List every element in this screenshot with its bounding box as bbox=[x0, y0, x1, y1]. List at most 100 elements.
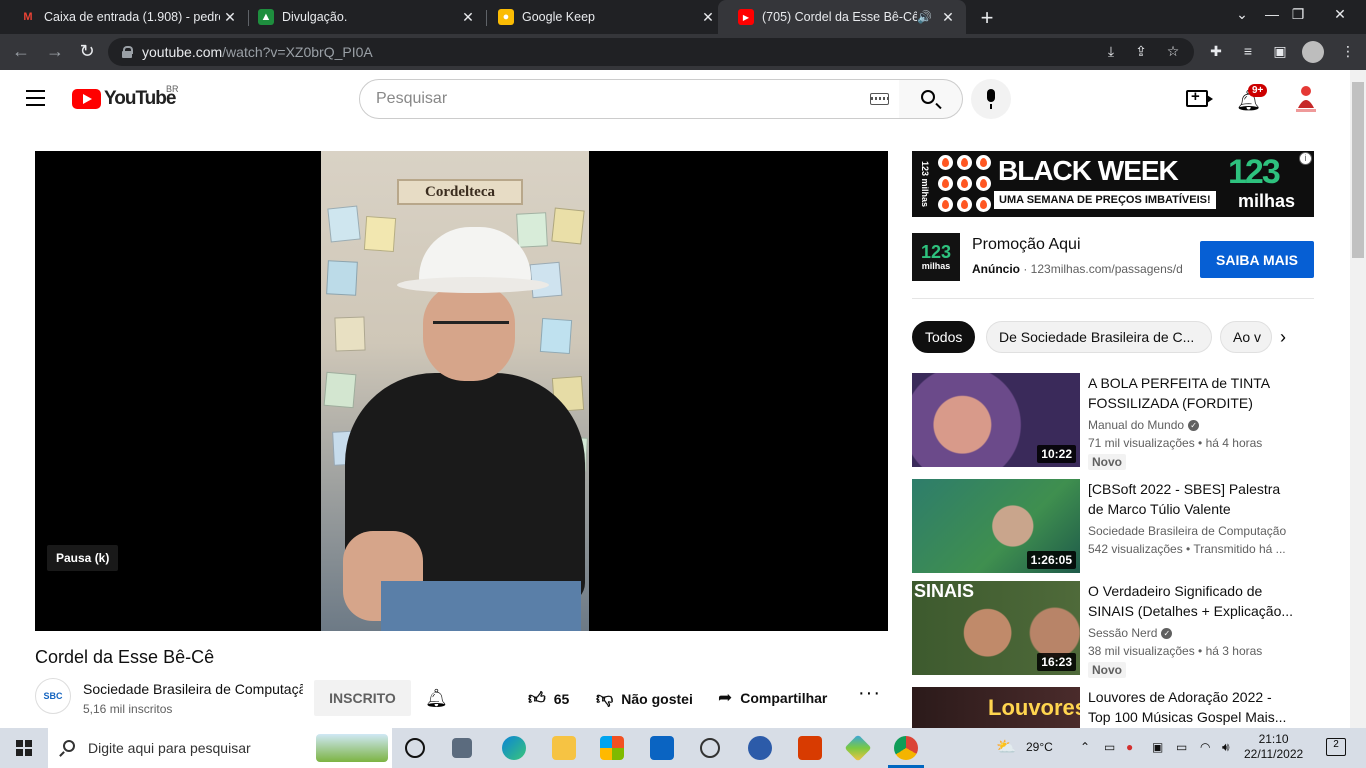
recommendation-channel[interactable]: Sessão Nerd ✓ bbox=[1088, 626, 1173, 640]
side-panel-icon[interactable]: ▣ bbox=[1270, 43, 1290, 60]
speaker-icon[interactable]: 🔊 bbox=[917, 10, 932, 24]
task-view-icon[interactable] bbox=[405, 738, 425, 758]
restore-icon[interactable]: ❐ bbox=[1288, 6, 1308, 23]
display-icon[interactable]: ▣ bbox=[1152, 740, 1163, 754]
video-thumbnail[interactable]: SINAIS 16:23 bbox=[912, 581, 1080, 675]
bookmark-star-icon[interactable]: ☆ bbox=[1164, 43, 1182, 60]
tray-expand-icon[interactable]: ⌃ bbox=[1080, 740, 1090, 754]
ad-info-icon[interactable]: i bbox=[1299, 152, 1312, 165]
extensions-icon[interactable]: ✚ bbox=[1206, 43, 1226, 60]
subscription-bell-icon[interactable]: 🔔︎ bbox=[425, 688, 448, 709]
recommendation-channel[interactable]: Sociedade Brasileira de Computação bbox=[1088, 524, 1286, 538]
antivirus-icon[interactable]: ● bbox=[1126, 740, 1133, 754]
remote-app-icon[interactable] bbox=[748, 736, 772, 760]
recommendation-channel[interactable]: Manual do Mundo ✓ bbox=[1088, 418, 1200, 432]
voice-search-button[interactable] bbox=[971, 79, 1011, 119]
close-icon[interactable]: ✕ bbox=[458, 9, 478, 26]
scrollbar-thumb[interactable] bbox=[1352, 82, 1364, 258]
more-actions-icon[interactable]: ··· bbox=[858, 682, 881, 705]
forward-arrow-icon[interactable]: → bbox=[44, 41, 66, 62]
thumbs-up-icon: 👍︎ bbox=[528, 689, 546, 708]
channel-label: Sessão Nerd bbox=[1088, 626, 1158, 640]
office-icon[interactable] bbox=[798, 736, 822, 760]
dislike-button[interactable]: 👎︎ Não gostei bbox=[596, 688, 693, 709]
profile-avatar[interactable] bbox=[1302, 41, 1324, 63]
channel-avatar[interactable]: SBC bbox=[35, 678, 71, 714]
install-icon[interactable]: ⤓ bbox=[1102, 43, 1120, 60]
tab-youtube-active[interactable]: ▶ (705) Cordel da Esse Bê-Cê 🔊 ✕ bbox=[718, 0, 966, 34]
reload-icon[interactable]: ↻ bbox=[76, 41, 98, 62]
tab-search-icon[interactable]: ⌄ bbox=[1232, 6, 1252, 23]
store-icon[interactable] bbox=[600, 736, 624, 760]
recommendation-item[interactable]: 10:22 A BOLA PERFEITA de TINTA FOSSILIZA… bbox=[912, 373, 1314, 470]
account-avatar[interactable] bbox=[1292, 82, 1320, 114]
tab-google-keep[interactable]: ● Google Keep ✕ bbox=[478, 0, 726, 34]
weather-icon[interactable]: ⛅ bbox=[996, 737, 1016, 757]
recommendation-title[interactable]: [CBSoft 2022 - SBES] Palestra de Marco T… bbox=[1088, 479, 1294, 519]
mail-icon[interactable] bbox=[650, 736, 674, 760]
chip-all[interactable]: Todos bbox=[912, 321, 976, 353]
back-arrow-icon[interactable]: ← bbox=[10, 41, 32, 62]
url-path: /watch?v=XZ0brQ_PI0A bbox=[222, 44, 373, 60]
minimize-icon[interactable]: — bbox=[1262, 6, 1282, 22]
like-button[interactable]: 👍︎ 65 bbox=[528, 688, 569, 709]
recommendation-item[interactable]: SINAIS 16:23 O Verdadeiro Significado de… bbox=[912, 581, 1314, 678]
system-clock[interactable]: 21:10 22/11/2022 bbox=[1244, 732, 1303, 762]
ad-title[interactable]: Promoção Aqui bbox=[972, 236, 1081, 254]
share-button[interactable]: ➦ Compartilhar bbox=[718, 688, 827, 708]
channel-name[interactable]: Sociedade Brasileira de Computação bbox=[83, 681, 303, 697]
settings-gear-icon[interactable] bbox=[700, 738, 720, 758]
file-explorer-icon[interactable] bbox=[552, 736, 576, 760]
media-control-icon[interactable]: ≡ bbox=[1238, 43, 1258, 59]
notification-center-icon[interactable]: 2 bbox=[1326, 738, 1346, 756]
subscribe-button[interactable]: INSCRITO bbox=[314, 680, 411, 716]
video-player[interactable]: Cordelteca Pausa (k) bbox=[35, 151, 888, 631]
search-input[interactable]: Pesquisar bbox=[359, 79, 900, 119]
ad-banner[interactable]: 123 milhas BLACK WEEK UMA SEMANA DE PREÇ… bbox=[912, 151, 1314, 217]
chevron-right-icon[interactable]: › bbox=[1280, 327, 1286, 348]
3d-app-icon[interactable] bbox=[844, 734, 872, 762]
youtube-logo[interactable]: YouTube bbox=[72, 88, 176, 110]
chip-channel[interactable]: De Sociedade Brasileira de C... bbox=[986, 321, 1212, 353]
video-thumbnail[interactable]: 1:26:05 bbox=[912, 479, 1080, 573]
chrome-icon[interactable] bbox=[894, 736, 918, 760]
recommendation-title[interactable]: Louvores de Adoração 2022 - Top 100 Músi… bbox=[1088, 687, 1294, 727]
chip-live[interactable]: Ao v bbox=[1220, 321, 1272, 353]
keyboard-icon[interactable] bbox=[870, 93, 889, 105]
close-window-icon[interactable]: ✕ bbox=[1330, 6, 1350, 23]
recommendation-item[interactable]: Louvores Louvores de Adoração 2022 - Top… bbox=[912, 687, 1314, 728]
new-tab-button[interactable]: + bbox=[976, 5, 998, 31]
share-icon[interactable]: ⇪ bbox=[1132, 43, 1150, 60]
taskbar-search-input[interactable]: Digite aqui para pesquisar bbox=[48, 728, 392, 768]
search-highlight-image bbox=[316, 734, 388, 762]
volume-icon[interactable]: 🔊︎ bbox=[1222, 740, 1230, 755]
battery-icon[interactable]: ▭ bbox=[1176, 740, 1187, 754]
video-thumbnail[interactable]: Louvores bbox=[912, 687, 1080, 728]
temperature[interactable]: 29°C bbox=[1026, 740, 1053, 754]
tab-divulgacao[interactable]: ▲ Divulgação. ✕ bbox=[238, 0, 486, 34]
ad-banner-headline: BLACK WEEK bbox=[998, 155, 1179, 186]
ad-logo[interactable]: 123 milhas bbox=[912, 233, 960, 281]
recommendation-item[interactable]: 1:26:05 [CBSoft 2022 - SBES] Palestra de… bbox=[912, 479, 1314, 575]
menu-icon[interactable] bbox=[26, 90, 45, 106]
lock-icon bbox=[122, 46, 133, 58]
video-thumbnail[interactable]: 10:22 bbox=[912, 373, 1080, 467]
ad-meta: Anúncio · 123milhas.com/passagens/d bbox=[972, 262, 1183, 276]
close-icon[interactable]: ✕ bbox=[938, 9, 958, 26]
recommendation-title[interactable]: O Verdadeiro Significado de SINAIS (Deta… bbox=[1088, 581, 1294, 621]
recommendation-title[interactable]: A BOLA PERFEITA de TINTA FOSSILIZADA (FO… bbox=[1088, 373, 1294, 413]
address-bar[interactable]: youtube.com/watch?v=XZ0brQ_PI0A ⤓ ⇪ ☆ bbox=[108, 38, 1194, 66]
close-icon[interactable]: ✕ bbox=[220, 9, 240, 26]
ad-cta-button[interactable]: SAIBA MAIS bbox=[1200, 241, 1314, 278]
create-video-icon[interactable] bbox=[1186, 88, 1213, 107]
windows-start-icon[interactable] bbox=[16, 740, 32, 756]
close-icon[interactable]: ✕ bbox=[698, 9, 718, 26]
edge-icon[interactable] bbox=[502, 736, 526, 760]
meet-icon[interactable]: ▭ bbox=[1104, 740, 1115, 754]
thumbs-down-icon: 👎︎ bbox=[596, 689, 614, 708]
search-button[interactable] bbox=[899, 79, 963, 119]
widgets-icon[interactable] bbox=[452, 738, 472, 758]
tab-gmail[interactable]: M Caixa de entrada (1.908) - pedro. ✕ bbox=[0, 0, 248, 34]
wifi-icon[interactable]: ◠ bbox=[1200, 740, 1210, 754]
browser-menu-icon[interactable]: ⋮ bbox=[1338, 43, 1358, 60]
